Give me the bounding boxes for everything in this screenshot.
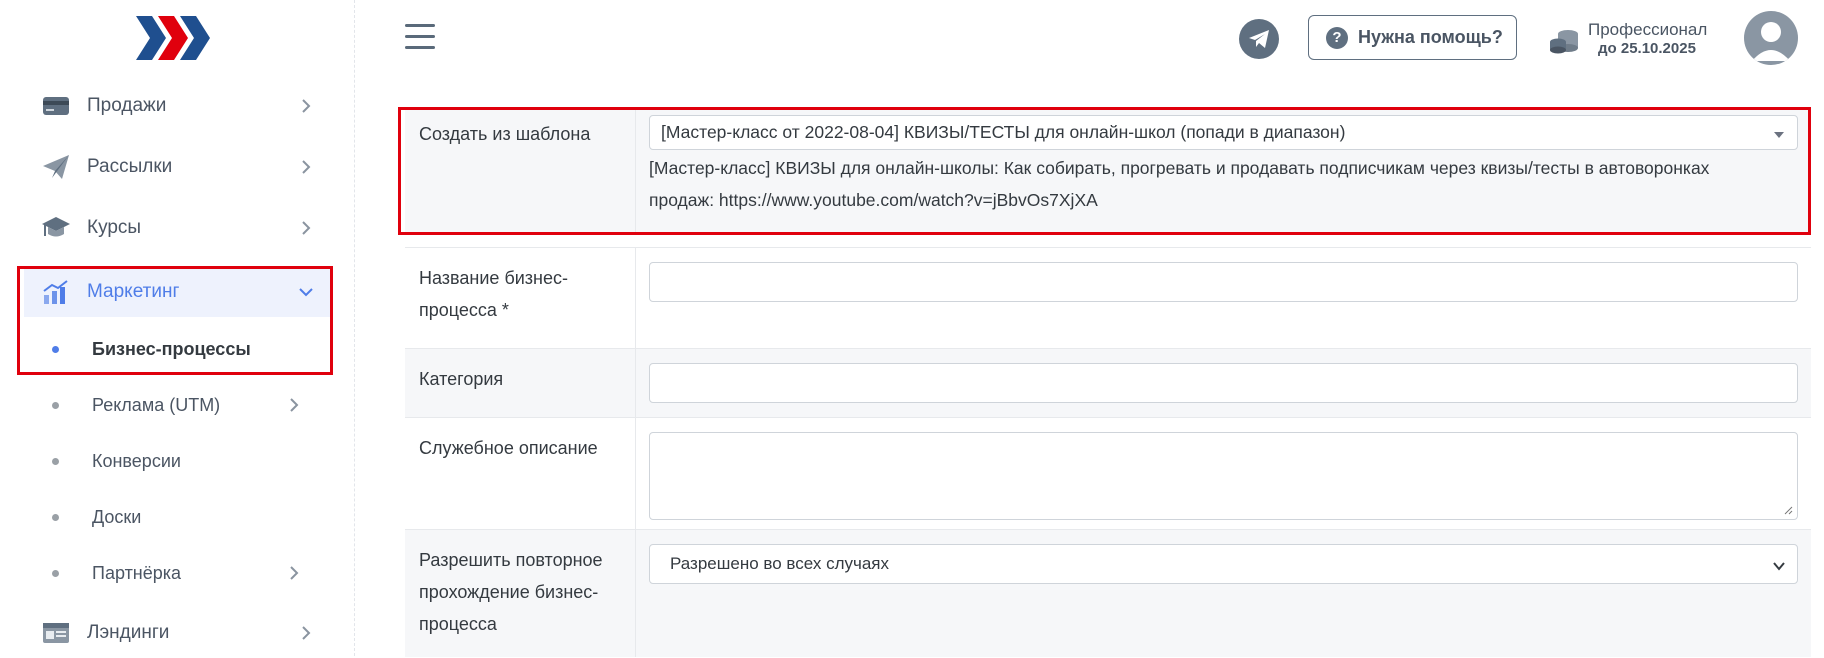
name-label: Название бизнес-процесса * xyxy=(419,268,569,320)
sidebar-subitem-label: Бизнес-процессы xyxy=(92,338,251,359)
logo-icon[interactable] xyxy=(136,14,212,62)
sidebar-subitem-business-processes[interactable]: Бизнес-процессы xyxy=(24,327,330,371)
chevron-right-icon xyxy=(302,221,311,235)
sidebar-item-mailings[interactable]: Рассылки xyxy=(24,142,330,192)
repeat-row: Разрешить повторное прохождение бизнес-п… xyxy=(405,529,1811,657)
paper-plane-icon xyxy=(40,151,72,183)
sidebar-item-label: Курсы xyxy=(87,217,142,238)
sidebar-subitem-label: Реклама (UTM) xyxy=(92,394,221,415)
sidebar-subitem-utm[interactable]: Реклама (UTM) xyxy=(24,383,330,427)
sidebar-item-courses[interactable]: Курсы xyxy=(24,203,330,253)
template-row: Создать из шаблона [Мастер-класс от 2022… xyxy=(405,110,1811,234)
telegram-icon[interactable] xyxy=(1239,19,1279,59)
chevron-right-icon xyxy=(290,398,299,412)
template-description: [Мастер-класс] КВИЗЫ для онлайн-школы: К… xyxy=(649,158,1710,210)
help-button[interactable]: ? Нужна помощь? xyxy=(1308,15,1517,60)
name-input[interactable] xyxy=(649,262,1798,302)
template-select-value: [Мастер-класс от 2022-08-04] КВИЗЫ/ТЕСТЫ… xyxy=(661,122,1346,142)
template-label: Создать из шаблона xyxy=(405,110,635,234)
category-row: Категория xyxy=(405,348,1811,418)
avatar[interactable] xyxy=(1744,11,1798,65)
bullet-icon xyxy=(52,345,59,353)
sidebar-item-label: Маркетинг xyxy=(87,281,180,302)
sidebar: Продажи Рассылки Курсы Маркетинг Бизнес-… xyxy=(0,0,355,656)
sidebar-item-marketing[interactable]: Маркетинг xyxy=(24,267,330,317)
sidebar-item-landings[interactable]: Лэндинги xyxy=(24,608,330,658)
plan-info[interactable]: Профессионал до 25.10.2025 xyxy=(1548,18,1728,62)
menu-toggle-icon[interactable] xyxy=(405,24,435,50)
sidebar-subitem-label: Доски xyxy=(92,506,142,527)
sidebar-subitem-conversions[interactable]: Конверсии xyxy=(24,439,330,483)
repeat-select-value: Разрешено во всех случаях xyxy=(670,554,889,573)
service-description-textarea[interactable] xyxy=(649,432,1798,520)
user-icon xyxy=(1752,22,1790,61)
plan-name: Профессионал xyxy=(1588,20,1708,39)
chart-icon xyxy=(40,276,72,308)
sidebar-item-label: Лэндинги xyxy=(87,622,170,643)
service-description-row: Служебное описание xyxy=(405,417,1811,530)
help-button-label: Нужна помощь? xyxy=(1358,27,1503,47)
service-description-label: Служебное описание xyxy=(419,438,598,458)
chevron-right-icon xyxy=(302,160,311,174)
sidebar-subitem-label: Партнёрка xyxy=(92,562,182,583)
dropdown-arrow-icon xyxy=(1774,132,1784,138)
sidebar-subitem-boards[interactable]: Доски xyxy=(24,495,330,539)
bullet-icon xyxy=(52,513,59,521)
chevron-right-icon xyxy=(290,566,299,580)
sidebar-item-label: Рассылки xyxy=(87,156,173,177)
chevron-right-icon xyxy=(302,99,311,113)
sidebar-subitem-label: Конверсии xyxy=(92,450,181,471)
question-icon: ? xyxy=(1326,26,1348,49)
category-input[interactable] xyxy=(649,363,1798,403)
graduation-cap-icon xyxy=(40,212,72,244)
sidebar-item-sales[interactable]: Продажи xyxy=(24,81,330,131)
sidebar-item-label: Продажи xyxy=(87,95,167,116)
credit-card-icon xyxy=(40,90,72,122)
repeat-label: Разрешить повторное прохождение бизнес-п… xyxy=(405,530,635,657)
bullet-icon xyxy=(52,401,59,409)
chevron-right-icon xyxy=(302,626,311,640)
name-row: Название бизнес-процесса * xyxy=(405,247,1811,349)
chevron-down-icon xyxy=(299,288,313,297)
repeat-select[interactable]: Разрешено во всех случаях xyxy=(649,544,1798,584)
resize-handle-icon[interactable] xyxy=(1783,505,1793,515)
bullet-icon xyxy=(52,569,59,577)
template-select[interactable]: [Мастер-класс от 2022-08-04] КВИЗЫ/ТЕСТЫ… xyxy=(649,115,1798,150)
landing-icon xyxy=(40,617,72,649)
plan-expiry: до 25.10.2025 xyxy=(1598,40,1696,57)
chevron-down-icon xyxy=(1773,562,1785,571)
coins-icon xyxy=(1550,30,1578,54)
bullet-icon xyxy=(52,457,59,465)
sidebar-subitem-partners[interactable]: Партнёрка xyxy=(24,551,330,595)
category-label: Категория xyxy=(405,349,635,418)
header: ? Нужна помощь? Профессионал до 25.10.20… xyxy=(355,0,1824,78)
